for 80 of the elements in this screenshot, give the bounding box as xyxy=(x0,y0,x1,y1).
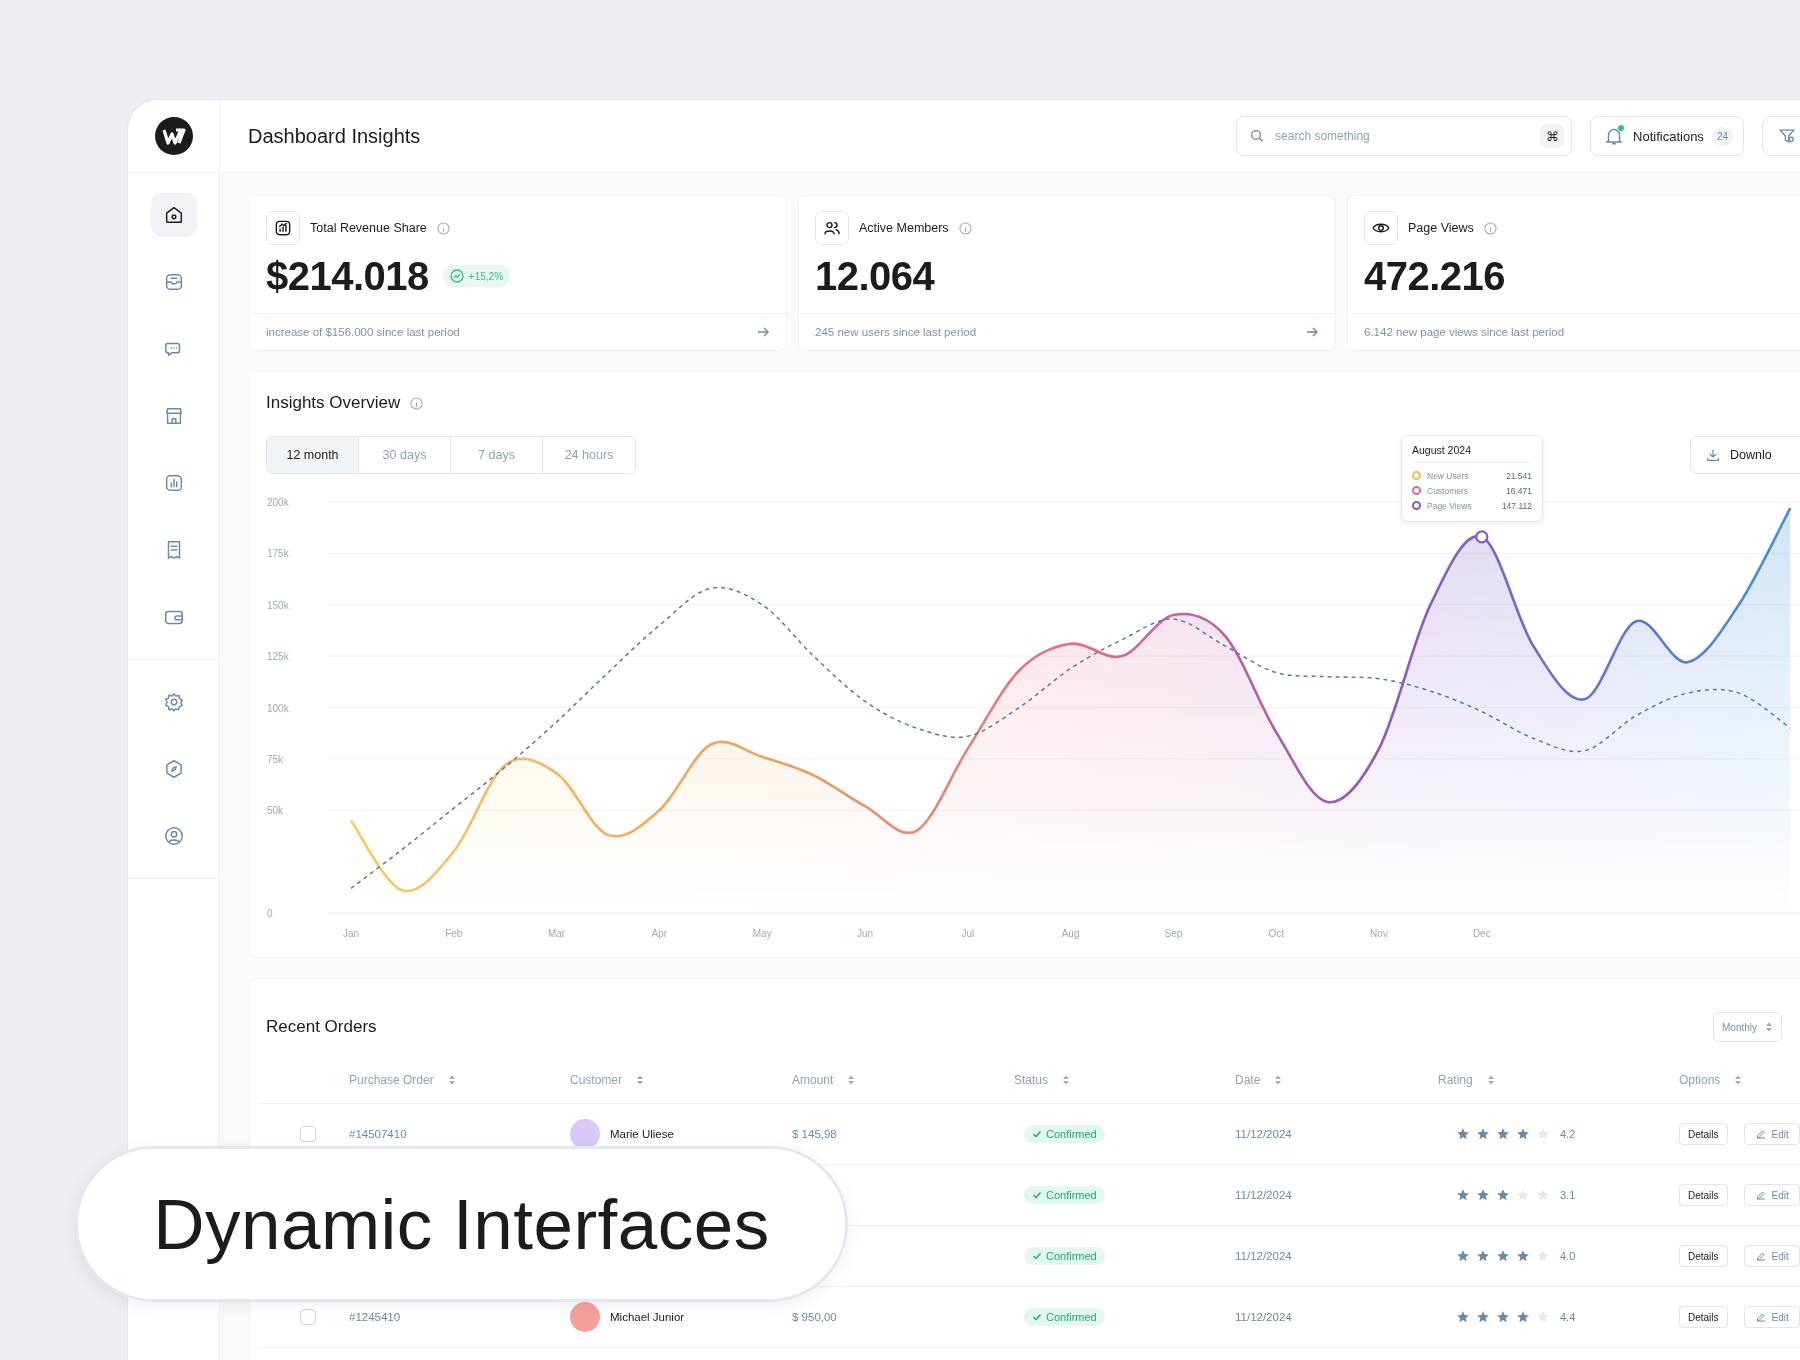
axis-label: 75k xyxy=(267,753,284,765)
details-button[interactable]: Details xyxy=(1679,1184,1728,1206)
axis-label: Apr xyxy=(651,928,668,939)
shortcut-key: ⌘ xyxy=(1540,124,1565,148)
column-header[interactable]: Rating xyxy=(1438,1073,1473,1087)
section-title: Recent Orders xyxy=(266,1017,377,1037)
legend-label: Page Views xyxy=(1427,500,1473,511)
notifications-button[interactable]: Notifications 24 xyxy=(1590,116,1744,156)
details-button[interactable]: Details xyxy=(1679,1123,1728,1145)
axis-label: Mar xyxy=(548,928,566,939)
axis-label: 0 xyxy=(267,908,273,919)
legend-label: Customers xyxy=(1427,485,1470,496)
order-date: 11/12/2024 xyxy=(1235,1189,1292,1201)
stat-footnote: increase of $156.000 since last period xyxy=(266,326,460,338)
order-amount: $ 145,98 xyxy=(792,1128,837,1140)
stat-footnote: 6.142 new page views since last period xyxy=(1364,326,1565,338)
axis-label: 100k xyxy=(267,702,289,714)
column-header[interactable]: Customer xyxy=(570,1073,622,1087)
column-header[interactable]: Amount xyxy=(792,1073,834,1087)
customer-name: Michael Junior xyxy=(610,1311,685,1323)
details-button[interactable]: Details xyxy=(1679,1245,1728,1267)
axis-label: Nov xyxy=(1370,928,1388,939)
axis-label: 200k xyxy=(267,497,289,508)
stat-value: 12.064 xyxy=(815,253,935,299)
page-title: Dashboard Insights xyxy=(248,124,421,148)
column-header[interactable]: Date xyxy=(1235,1073,1261,1087)
period-tab[interactable]: 12 month xyxy=(267,437,359,473)
axis-label: Feb xyxy=(445,928,463,939)
edit-button[interactable]: Edit xyxy=(1743,1184,1800,1206)
status-badge: Confirmed xyxy=(1024,1186,1105,1204)
details-button[interactable]: Details xyxy=(1679,1306,1728,1328)
status-badge: Confirmed xyxy=(1024,1247,1105,1265)
axis-label: Jul xyxy=(961,928,975,939)
notification-count: 24 xyxy=(1711,126,1733,146)
axis-label: Oct xyxy=(1268,928,1284,939)
column-header[interactable]: Status xyxy=(1014,1073,1049,1087)
download-button[interactable]: Downlo xyxy=(1690,436,1800,474)
stat-value: 472.216 xyxy=(1364,253,1506,299)
stat-title: Page Views xyxy=(1408,221,1474,235)
order-number: #1245410 xyxy=(349,1311,401,1323)
banner-title: Dynamic Interfaces xyxy=(153,1183,770,1265)
axis-label: 125k xyxy=(267,651,289,663)
tooltip-title: August 2024 xyxy=(1412,444,1532,463)
edit-button[interactable]: Edit xyxy=(1743,1123,1800,1145)
axis-label: Sep xyxy=(1164,928,1183,939)
axis-label: Jan xyxy=(342,928,360,939)
rating-value: 3.1 xyxy=(1560,1189,1576,1201)
rating-value: 4.0 xyxy=(1560,1250,1576,1262)
axis-label: May xyxy=(752,928,772,939)
edit-button[interactable]: Edit xyxy=(1743,1306,1800,1328)
order-date: 11/12/2024 xyxy=(1235,1311,1292,1323)
axis-label: Dec xyxy=(1472,928,1491,939)
axis-label: 50k xyxy=(267,805,284,817)
status-badge: Confirmed xyxy=(1024,1125,1105,1143)
period-select[interactable]: Monthly xyxy=(1713,1012,1782,1042)
rating-value: 4.4 xyxy=(1560,1311,1576,1323)
trend-badge: +15,2% xyxy=(442,265,511,287)
legend-value: 21.541 xyxy=(1506,470,1532,481)
axis-label: Aug xyxy=(1061,928,1080,939)
rating-value: 4.2 xyxy=(1560,1128,1576,1140)
axis-label: Jun xyxy=(856,928,874,939)
section-title: Insights Overview xyxy=(266,393,401,413)
axis-label: 175k xyxy=(267,548,289,560)
column-header[interactable]: Purchase Order xyxy=(349,1073,434,1087)
order-amount: $ 950,00 xyxy=(792,1311,837,1323)
status-badge: Confirmed xyxy=(1024,1308,1105,1326)
legend-value: 16.471 xyxy=(1506,485,1532,496)
stat-value: $214.018 xyxy=(266,253,429,299)
stat-title: Active Members xyxy=(859,221,949,235)
edit-button[interactable]: Edit xyxy=(1743,1245,1800,1267)
order-date: 11/12/2024 xyxy=(1235,1250,1292,1262)
legend-label: New Users xyxy=(1427,470,1470,481)
order-date: 11/12/2024 xyxy=(1235,1128,1292,1140)
stat-footnote: 245 new users since last period xyxy=(815,326,977,338)
customer-name: Marie Uliese xyxy=(610,1128,674,1140)
stat-title: Total Revenue Share xyxy=(310,221,427,235)
order-number: #14507410 xyxy=(349,1128,407,1140)
axis-label: 150k xyxy=(267,599,289,611)
legend-value: 147.112 xyxy=(1501,500,1532,511)
column-header[interactable]: Options xyxy=(1679,1073,1721,1087)
